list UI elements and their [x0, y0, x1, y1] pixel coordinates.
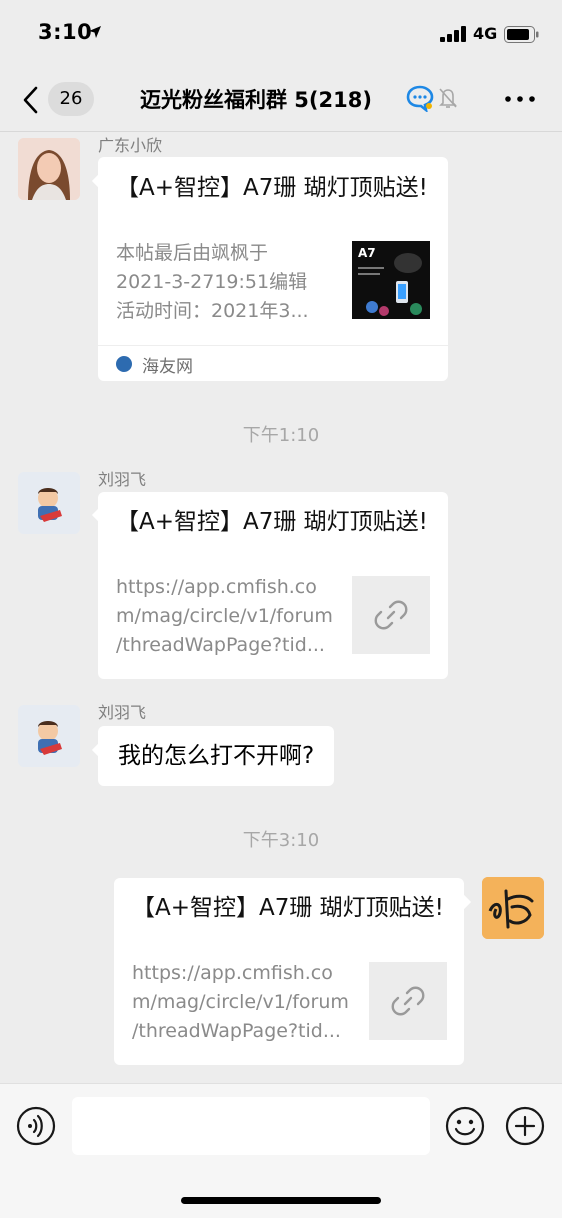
chevron-left-icon: [23, 86, 38, 114]
shared-link-card[interactable]: 【A+智控】A7珊 瑚灯顶贴送! https://app.cmfish.co m…: [98, 492, 448, 679]
avatar-liuyufei[interactable]: [18, 705, 80, 767]
plus-icon[interactable]: [505, 1106, 545, 1146]
card-source-row: 海友网: [98, 345, 448, 383]
avatar-liuyufei[interactable]: [18, 472, 80, 534]
chat-nav-bar: 26 迈光粉丝福利群 5(218): [0, 66, 562, 132]
sender-name: 广东小欣: [98, 136, 163, 155]
voice-icon[interactable]: [16, 1106, 56, 1146]
chat-title: 迈光粉丝福利群 5(218): [140, 88, 372, 112]
avatar-self[interactable]: [482, 877, 544, 939]
link-icon: [391, 986, 425, 1016]
card-desc-line: /threadWapPage?tid...: [116, 634, 325, 656]
source-logo-icon: [116, 356, 132, 372]
card-desc-line: 2021-3-2719:51编辑: [116, 271, 308, 293]
emoji-icon[interactable]: [445, 1106, 485, 1146]
unread-count-badge: 26: [48, 82, 94, 116]
back-button[interactable]: 26: [20, 82, 100, 118]
link-thumbnail: [369, 962, 447, 1040]
shared-link-card[interactable]: 【A+智控】A7珊 瑚灯顶贴送! https://app.cmfish.co m…: [114, 878, 464, 1065]
card-title: 【A+智控】A7珊 瑚灯顶贴送!: [116, 175, 428, 201]
status-time: 3:10: [38, 20, 93, 44]
message-timestamp: 下午3:10: [242, 830, 320, 851]
text-message-bubble[interactable]: 我的怎么打不开啊?: [98, 726, 335, 786]
card-desc-line: 活动时间：2021年3...: [116, 300, 309, 322]
home-indicator[interactable]: [181, 1197, 381, 1204]
card-desc-line: https://app.cmfish.co: [132, 962, 333, 984]
sender-name: 刘羽飞: [98, 470, 147, 489]
card-desc-line: /threadWapPage?tid...: [132, 1020, 341, 1042]
signal-icon: [440, 26, 466, 42]
card-desc-line: https://app.cmfish.co: [116, 576, 317, 598]
avatar-guangdong[interactable]: [18, 138, 80, 200]
card-thumbnail: A7: [352, 241, 430, 319]
card-desc-line: m/mag/circle/v1/forum: [116, 605, 333, 627]
card-desc-line: 本帖最后由飒枫于: [116, 242, 269, 264]
card-source: 海友网: [142, 357, 193, 377]
card-title: 【A+智控】A7珊 瑚灯顶贴送!: [132, 895, 444, 921]
message-timestamp: 下午1:10: [242, 425, 320, 446]
network-type: 4G: [473, 24, 498, 43]
link-icon: [374, 600, 408, 630]
thumb-text: A7: [358, 246, 376, 260]
shared-link-card[interactable]: 【A+智控】A7珊 瑚灯顶贴送! 本帖最后由飒枫于 2021-3-2719:51…: [98, 157, 448, 381]
message-input[interactable]: [72, 1097, 430, 1155]
mute-bell-icon: [439, 88, 457, 108]
card-title: 【A+智控】A7珊 瑚灯顶贴送!: [116, 509, 428, 535]
more-icon[interactable]: [504, 94, 536, 104]
chat-bubble-icon: [406, 85, 434, 112]
battery-icon: [504, 26, 539, 43]
status-bar: 3:10 4G: [0, 0, 562, 66]
location-arrow-icon: [89, 26, 101, 38]
card-desc-line: m/mag/circle/v1/forum: [132, 991, 349, 1013]
link-thumbnail: [352, 576, 430, 654]
sender-name: 刘羽飞: [98, 703, 147, 722]
